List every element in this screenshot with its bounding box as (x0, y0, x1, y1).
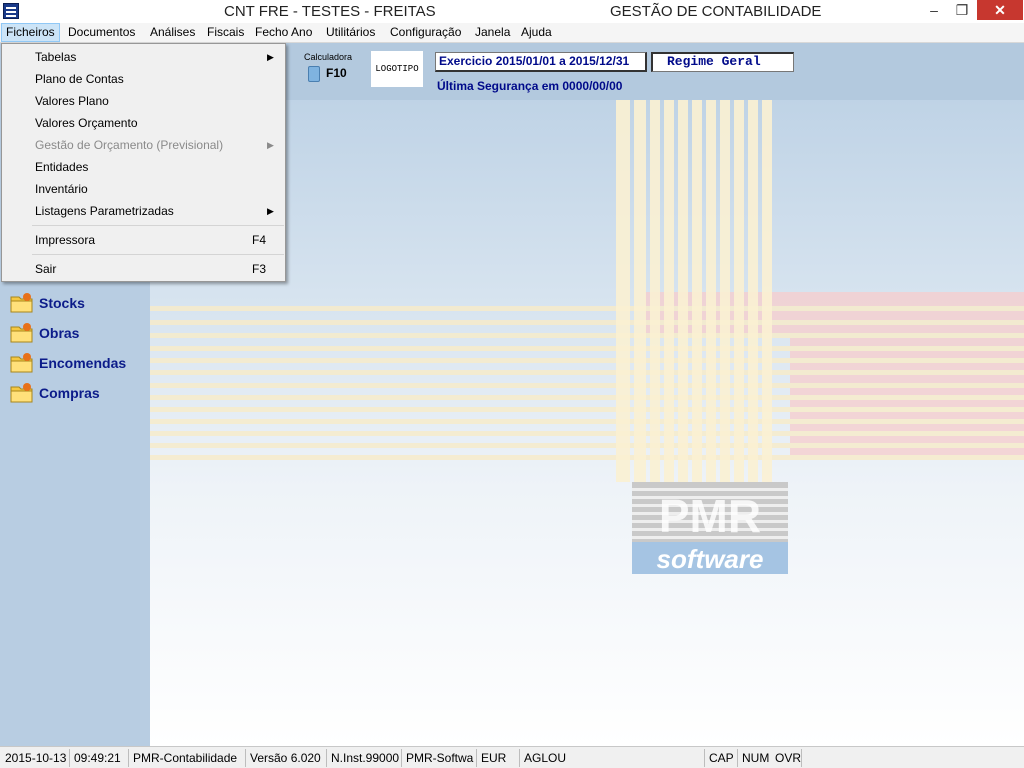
pmr-logo-text: PMR (659, 490, 761, 542)
menu-item-inventario[interactable]: Inventário (2, 178, 285, 200)
status-cap: CAP (706, 749, 738, 767)
window-title: CNT FRE - TESTES - FREITAS (224, 3, 436, 20)
menu-item-valores-orcamento[interactable]: Valores Orçamento (2, 112, 285, 134)
status-app: PMR-Contabilidade (130, 749, 246, 767)
pmr-logo: PMR software (632, 482, 788, 574)
menu-documentos[interactable]: Documentos (64, 23, 139, 42)
menu-item-label: Valores Plano (35, 94, 109, 108)
menu-item-label: Impressora (35, 233, 96, 247)
menu-item-label: Listagens Parametrizadas (35, 204, 174, 218)
menu-bar: Ficheiros Documentos Análises Fiscais Fe… (0, 23, 1024, 43)
submenu-arrow-icon: ▶ (267, 206, 274, 216)
menu-item-listagens-parametrizadas[interactable]: Listagens Parametrizadas ▶ (2, 200, 285, 222)
menu-item-impressora[interactable]: Impressora F4 (2, 229, 285, 251)
status-ovr: OVR (772, 749, 802, 767)
company-logo: LOGOTIPO (371, 51, 423, 87)
status-currency: EUR (478, 749, 520, 767)
status-bar: 2015-10-13 09:49:21 PMR-Contabilidade Ve… (0, 746, 1024, 768)
menu-separator (32, 225, 284, 226)
last-backup: Última Segurança em 0000/00/00 (437, 79, 623, 93)
menu-fiscais[interactable]: Fiscais (203, 23, 248, 42)
menu-configuracao[interactable]: Configuração (386, 23, 465, 42)
folder-icon (10, 353, 33, 373)
app-icon[interactable] (3, 3, 19, 19)
folder-icon (10, 383, 33, 403)
menu-item-gestao-orcamento: Gestão de Orçamento (Previsional) ▶ (2, 134, 285, 156)
status-time: 09:49:21 (71, 749, 129, 767)
calculator-shortcut[interactable]: F10 (326, 66, 347, 80)
software-logo-text: software (657, 544, 764, 574)
menu-ajuda[interactable]: Ajuda (517, 23, 556, 42)
module-label: Compras (39, 385, 100, 401)
submenu-arrow-icon: ▶ (267, 52, 274, 62)
menu-utilitarios[interactable]: Utilitários (322, 23, 379, 42)
folder-icon (10, 323, 33, 343)
ficheiros-dropdown: Tabelas ▶ Plano de Contas Valores Plano … (1, 43, 286, 282)
status-user: AGLOU (521, 749, 705, 767)
menu-fecho-ano[interactable]: Fecho Ano (251, 23, 316, 42)
menu-janela[interactable]: Janela (471, 23, 514, 42)
menu-ficheiros[interactable]: Ficheiros (1, 23, 60, 42)
menu-item-valores-plano[interactable]: Valores Plano (2, 90, 285, 112)
shortcut-label: F4 (252, 233, 267, 247)
menu-analises[interactable]: Análises (146, 23, 199, 42)
window-subtitle: GESTÃO DE CONTABILIDADE (610, 3, 822, 20)
folder-icon (10, 293, 33, 313)
menu-item-plano-de-contas[interactable]: Plano de Contas (2, 68, 285, 90)
module-label: Stocks (39, 295, 85, 311)
status-num: NUM (742, 751, 770, 765)
menu-item-tabelas[interactable]: Tabelas ▶ (2, 46, 285, 68)
exercise-period: Exercicio 2015/01/01 a 2015/12/31 (435, 52, 647, 72)
module-label: Encomendas (39, 355, 127, 371)
submenu-arrow-icon: ▶ (267, 140, 274, 150)
module-label: Obras (39, 325, 80, 341)
close-button[interactable]: ✕ (977, 0, 1023, 20)
minimize-button[interactable]: – (919, 0, 949, 20)
status-install: N.Inst.99000 (328, 749, 402, 767)
menu-item-label: Inventário (35, 182, 88, 196)
menu-item-sair[interactable]: Sair F3 (2, 258, 285, 280)
menu-item-label: Valores Orçamento (35, 116, 138, 130)
title-bar: CNT FRE - TESTES - FREITAS GESTÃO DE CON… (0, 0, 1024, 23)
status-version: Versão 6.020 (247, 749, 327, 767)
calculator-label: Calculadora (304, 52, 353, 62)
status-date: 2015-10-13 (2, 749, 70, 767)
maximize-button[interactable]: ❐ (947, 0, 977, 20)
menu-separator (32, 254, 284, 255)
menu-item-label: Gestão de Orçamento (Previsional) (35, 138, 224, 152)
menu-item-label: Entidades (35, 160, 89, 174)
calculator-icon[interactable] (308, 66, 320, 82)
status-vendor: PMR-Softwa (403, 749, 477, 767)
menu-item-entidades[interactable]: Entidades (2, 156, 285, 178)
menu-item-label: Plano de Contas (35, 72, 124, 86)
tax-regime: Regime Geral (651, 52, 794, 72)
shortcut-label: F3 (252, 262, 267, 276)
menu-item-label: Tabelas (35, 50, 77, 64)
menu-item-label: Sair (35, 262, 57, 276)
